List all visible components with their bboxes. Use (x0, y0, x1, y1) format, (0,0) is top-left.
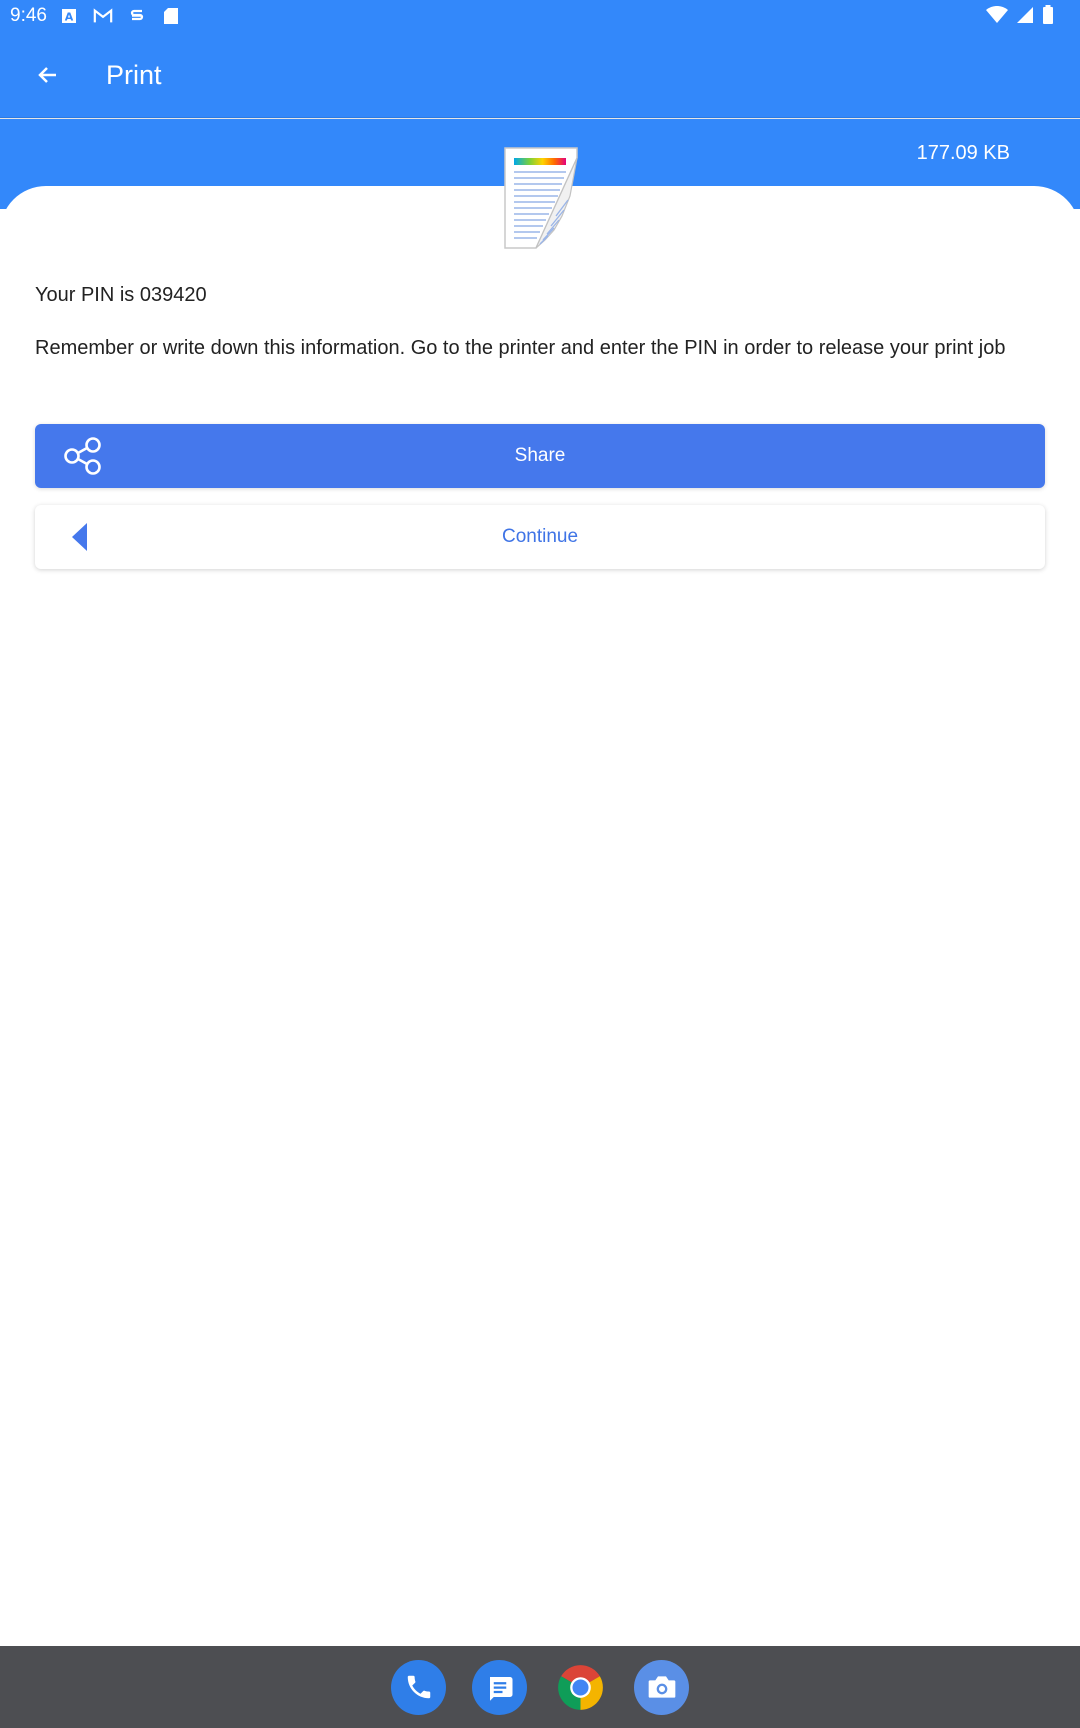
arrow-back-icon[interactable] (26, 53, 70, 97)
content-card (0, 186, 1080, 1646)
messages-app-icon[interactable] (472, 1659, 527, 1715)
nav-bar (0, 1646, 1080, 1728)
battery-icon (1042, 5, 1054, 31)
status-right (986, 5, 1054, 31)
share-icon (63, 437, 103, 475)
pin-text: Your PIN is 039420 (35, 284, 207, 306)
info-text: Remember or write down this information.… (35, 337, 1006, 359)
triangle-left-icon (71, 522, 89, 552)
status-bar: 9:46 A (0, 0, 1080, 32)
svg-text:A: A (65, 11, 74, 24)
share-button[interactable]: Share (35, 424, 1045, 488)
app-bar: Print (0, 32, 1080, 118)
page-title: Print (106, 59, 162, 90)
a-notification-icon: A (59, 7, 79, 25)
gmail-icon (93, 7, 113, 25)
continue-button-label: Continue (501, 526, 579, 547)
document-icon (500, 144, 582, 254)
status-time: 9:46 (10, 5, 47, 26)
continue-button[interactable]: Continue (35, 505, 1045, 569)
share-button-label: Share (514, 445, 566, 466)
app-notification-icon (127, 7, 147, 25)
cell-signal-icon (1016, 6, 1034, 30)
file-size-label: 177.09 KB (916, 142, 1010, 164)
sd-card-icon (161, 7, 181, 25)
camera-app-icon[interactable] (634, 1659, 689, 1715)
chrome-app-icon[interactable] (553, 1660, 608, 1715)
phone-app-icon[interactable] (391, 1659, 446, 1715)
wifi-icon (986, 5, 1008, 30)
